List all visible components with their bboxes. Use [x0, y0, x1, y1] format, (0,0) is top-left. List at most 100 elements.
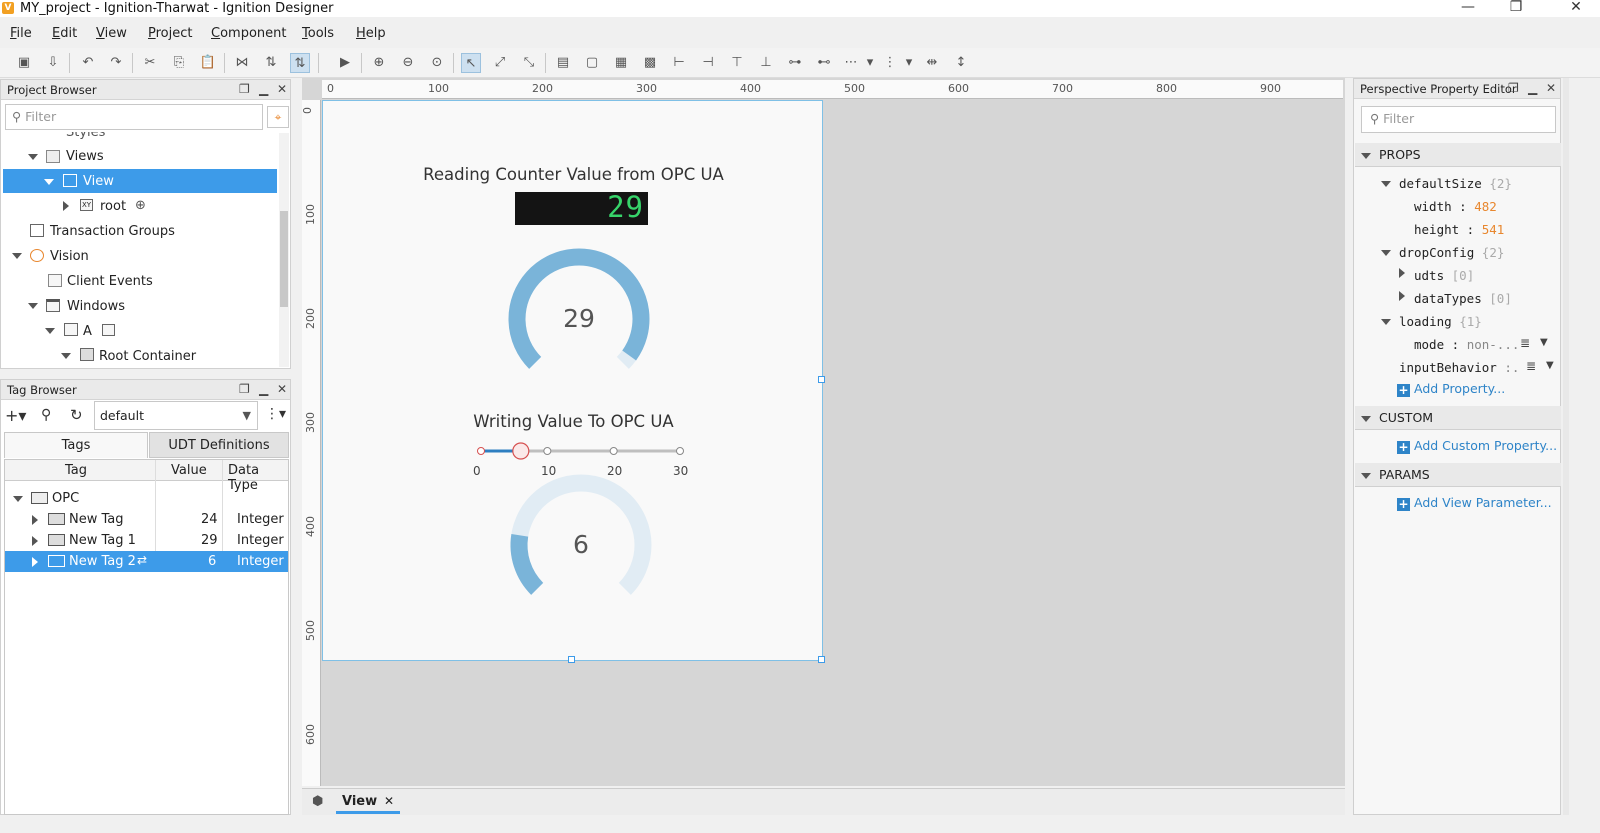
prop-height[interactable]: height : 541	[1414, 222, 1504, 237]
minimize-button[interactable]: —	[1450, 0, 1486, 17]
add-view-parameter-link[interactable]: + Add View Parameter...	[1397, 495, 1552, 511]
expand-icon[interactable]	[45, 328, 55, 334]
save-as-icon[interactable]: ⇩	[43, 53, 63, 73]
chevron-down-icon[interactable]: ▼	[1540, 337, 1548, 348]
add-custom-property-link[interactable]: + Add Custom Property...	[1397, 438, 1557, 454]
menu-component[interactable]: Component	[211, 26, 286, 41]
slider-handle[interactable]	[512, 442, 530, 460]
column-data-type[interactable]: Data Type	[228, 463, 288, 493]
redo-icon[interactable]: ↷	[106, 53, 126, 73]
column-tag[interactable]: Tag	[65, 463, 87, 478]
property-filter-input[interactable]: ⚲ Filter	[1361, 106, 1556, 133]
expand-icon[interactable]	[1381, 181, 1391, 187]
distribute-horizontal-icon[interactable]: ⋯	[841, 53, 861, 73]
expand-icon[interactable]	[1361, 416, 1371, 422]
group-icon[interactable]: ▤	[553, 53, 573, 73]
prop-loading[interactable]: loading {1}	[1399, 314, 1482, 329]
tree-item-root[interactable]: root	[100, 199, 126, 214]
expand-icon[interactable]	[1361, 153, 1371, 159]
expand-icon[interactable]	[32, 515, 38, 525]
minimize-panel-icon[interactable]: ▁	[1528, 81, 1537, 95]
expand-icon[interactable]	[12, 253, 22, 259]
right-edge-scrollbar[interactable]	[1563, 78, 1569, 815]
zoom-out-icon[interactable]: ⊖	[398, 53, 418, 73]
tree-item-windows[interactable]: Windows	[67, 299, 125, 314]
prop-dropconfig[interactable]: dropConfig {2}	[1399, 245, 1504, 260]
play-icon[interactable]: ▶	[335, 53, 355, 73]
undo-icon[interactable]: ↶	[78, 53, 98, 73]
slider[interactable]	[471, 439, 691, 469]
expand-icon[interactable]	[61, 353, 71, 359]
select-pointer-icon[interactable]: ↖	[461, 53, 481, 73]
list-icon[interactable]: ≣	[1526, 359, 1536, 373]
resize-handle[interactable]	[818, 656, 825, 663]
tree-item-client-events[interactable]: Client Events	[67, 274, 153, 289]
resize-handle[interactable]	[818, 376, 825, 383]
tag-row-name[interactable]: New Tag	[69, 512, 124, 527]
chevron-down-icon[interactable]: ▼	[1546, 360, 1554, 371]
align-top-icon[interactable]: ⊤	[727, 53, 747, 73]
chevron-down-icon[interactable]: ▾	[864, 53, 876, 73]
tree-item-transaction-groups[interactable]: Transaction Groups	[50, 224, 175, 239]
close-window-button[interactable]: ✕	[1558, 0, 1594, 17]
align-center-icon[interactable]: ⊶	[785, 53, 805, 73]
float-panel-icon[interactable]: ❐	[1508, 81, 1519, 95]
connect-alt-icon[interactable]: ⤡	[519, 53, 539, 73]
expand-icon[interactable]	[1361, 473, 1371, 479]
expand-icon[interactable]	[28, 303, 38, 309]
edit-tag-icon[interactable]: ⇄	[137, 553, 147, 567]
menu-edit[interactable]: Edit	[52, 26, 77, 41]
tree-item-views[interactable]: Views	[66, 149, 104, 164]
tree-item-view[interactable]: View	[83, 174, 114, 189]
flip-icon[interactable]: ⇅	[261, 53, 281, 73]
close-panel-icon[interactable]: ✕	[1546, 81, 1556, 95]
paste-icon[interactable]: 📋	[198, 53, 218, 73]
prop-inputbehavior[interactable]: inputBehavior :.	[1399, 360, 1519, 375]
section-props[interactable]: PROPS	[1355, 143, 1561, 167]
same-width-icon[interactable]: ⇹	[922, 53, 942, 73]
zoom-actual-icon[interactable]: ⊙	[427, 53, 447, 73]
zoom-in-icon[interactable]: ⊕	[369, 53, 389, 73]
tab-view[interactable]: View ✕	[336, 791, 400, 814]
bring-front-icon[interactable]: ▦	[611, 53, 631, 73]
perspective-view[interactable]: Reading Counter Value from OPC UA 29 29 …	[322, 100, 825, 663]
collapse-icon[interactable]	[63, 201, 69, 211]
add-tag-icon[interactable]: +▾	[5, 406, 35, 426]
collapse-icon[interactable]	[1399, 268, 1405, 278]
tag-row-name[interactable]: New Tag 1	[69, 533, 136, 548]
close-panel-icon[interactable]: ✕	[277, 82, 287, 96]
add-property-link[interactable]: + Add Property...	[1397, 381, 1505, 397]
snap-icon[interactable]: ⋈	[232, 53, 252, 73]
list-icon[interactable]: ≣	[1520, 336, 1530, 350]
collapse-icon[interactable]	[1399, 291, 1405, 301]
cut-icon[interactable]: ✂	[140, 53, 160, 73]
expand-icon[interactable]	[1381, 250, 1391, 256]
float-panel-icon[interactable]: ❐	[239, 382, 250, 396]
restore-button[interactable]: ❐	[1498, 0, 1534, 17]
column-value[interactable]: Value	[171, 463, 207, 478]
align-left-icon[interactable]: ⊢	[669, 53, 689, 73]
menu-view[interactable]: View	[96, 26, 127, 41]
prop-udts[interactable]: udts [0]	[1414, 268, 1474, 283]
project-scrollbar[interactable]	[279, 133, 289, 367]
prop-mode[interactable]: mode : non-...	[1414, 337, 1519, 352]
more-options-icon[interactable]: ⋮▾	[265, 406, 286, 422]
resize-handle[interactable]	[568, 656, 575, 663]
tree-item-vision[interactable]: Vision	[50, 249, 89, 264]
menu-project[interactable]: Project	[148, 26, 193, 41]
tree-item-root-container[interactable]: Root Container	[99, 349, 196, 364]
expand-icon[interactable]	[32, 557, 38, 567]
scrollbar-thumb[interactable]	[280, 211, 288, 307]
project-filter-input[interactable]: ⚲ Filter	[5, 104, 263, 130]
send-back-icon[interactable]: ▩	[640, 53, 660, 73]
menu-help[interactable]: Help	[356, 26, 386, 41]
tree-item-window-a[interactable]: A	[83, 324, 92, 339]
align-right-icon[interactable]: ⊣	[698, 53, 718, 73]
same-height-icon[interactable]: ↕	[951, 53, 971, 73]
prop-width[interactable]: width : 482	[1414, 199, 1497, 214]
minimize-panel-icon[interactable]: ▁	[259, 382, 268, 396]
locate-icon[interactable]: ⌖	[267, 106, 289, 128]
prop-datatypes[interactable]: dataTypes [0]	[1414, 291, 1512, 306]
align-middle-icon[interactable]: ⊷	[814, 53, 834, 73]
prop-defaultsize[interactable]: defaultSize {2}	[1399, 176, 1512, 191]
